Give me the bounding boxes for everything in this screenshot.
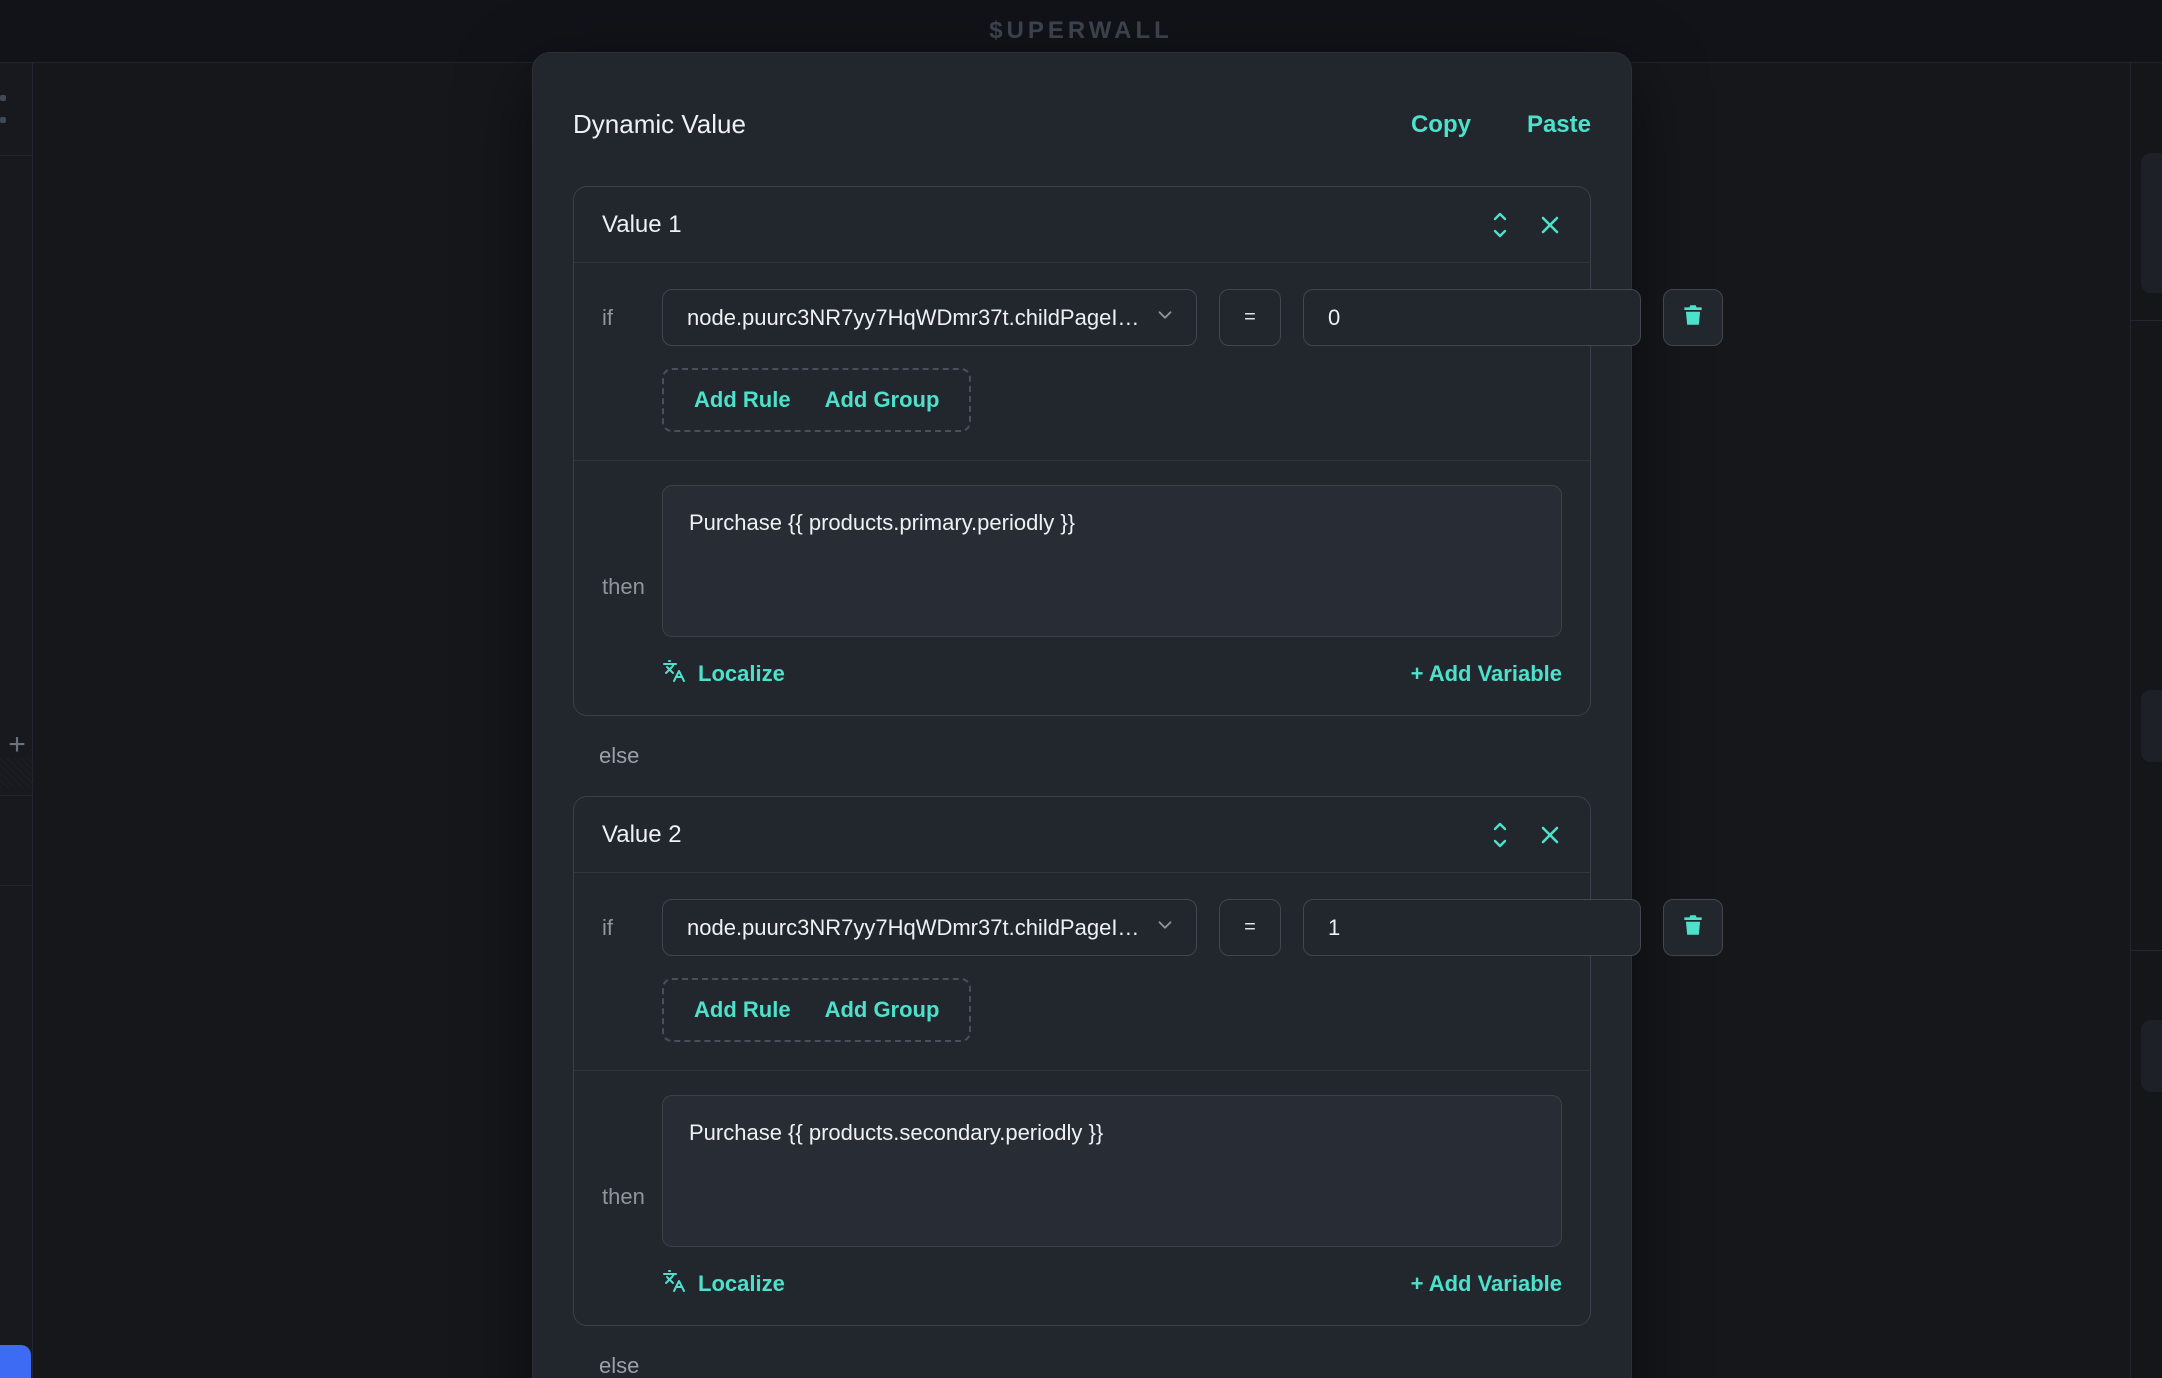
move-value-button[interactable] [1488, 210, 1512, 240]
localize-button[interactable]: Localize [662, 1269, 785, 1299]
then-section: then Purchase {{ products.secondary.peri… [574, 1070, 1590, 1325]
delete-rule-button[interactable] [1663, 289, 1723, 346]
trash-icon [1680, 302, 1706, 334]
then-footer: Localize + Add Variable [662, 659, 1562, 689]
operator-button[interactable]: = [1219, 899, 1281, 956]
add-rule-button[interactable]: Add Rule [694, 387, 791, 413]
value-card-title: Value 2 [602, 821, 682, 849]
condition-field-value: node.puurc3NR7yy7HqWDmr37t.childPageI… [687, 305, 1139, 331]
add-group-button[interactable]: Add Group [825, 387, 940, 413]
localize-label: Localize [698, 661, 785, 687]
right-panel-fragment [2141, 690, 2162, 762]
right-panel-fragment [2141, 1020, 2162, 1092]
operator-button[interactable]: = [1219, 289, 1281, 346]
languages-icon [662, 659, 686, 689]
chevrons-up-down-icon [1488, 820, 1512, 850]
divider [0, 885, 32, 886]
add-rule-group-box: Add Rule Add Group [662, 368, 971, 432]
copy-button[interactable]: Copy [1411, 111, 1471, 139]
condition-field-dropdown[interactable]: node.puurc3NR7yy7HqWDmr37t.childPageI… [662, 899, 1197, 956]
if-section: if node.puurc3NR7yy7HqWDmr37t.childPageI… [574, 873, 1590, 1070]
condition-field-dropdown[interactable]: node.puurc3NR7yy7HqWDmr37t.childPageI… [662, 289, 1197, 346]
else-label: else [599, 743, 1591, 769]
chevron-down-icon [1154, 914, 1176, 942]
value-card-2: Value 2 if [573, 796, 1591, 1326]
value-card-1: Value 1 if [573, 186, 1591, 716]
condition-value-input[interactable] [1303, 899, 1641, 956]
divider [2131, 950, 2162, 951]
then-section: then Purchase {{ products.primary.period… [574, 460, 1590, 715]
chevron-down-icon [1154, 304, 1176, 332]
condition-field-value: node.puurc3NR7yy7HqWDmr37t.childPageI… [687, 915, 1139, 941]
delete-rule-button[interactable] [1663, 899, 1723, 956]
if-label: if [602, 305, 662, 331]
then-value-textarea[interactable]: Purchase {{ products.primary.periodly }} [662, 485, 1562, 637]
canvas-texture-fragment [0, 758, 33, 788]
rule-row: node.puurc3NR7yy7HqWDmr37t.childPageI… = [662, 899, 1723, 956]
left-panel-edge [0, 63, 33, 1378]
then-value-textarea[interactable]: Purchase {{ products.secondary.periodly … [662, 1095, 1562, 1247]
chat-launcher-badge[interactable] [0, 1345, 31, 1378]
paste-button[interactable]: Paste [1527, 111, 1591, 139]
then-label: then [602, 574, 662, 600]
close-icon [1538, 823, 1562, 847]
value-card-controls [1488, 210, 1562, 240]
right-panel-edge [2130, 63, 2162, 1378]
superwall-logo: $UPERWALL [989, 17, 1173, 45]
add-rule-group-box: Add Rule Add Group [662, 978, 971, 1042]
page-title: Dynamic Value [573, 109, 746, 140]
value-card-header: Value 2 [574, 797, 1590, 873]
value-card-header: Value 1 [574, 187, 1590, 263]
languages-icon [662, 1269, 686, 1299]
remove-value-button[interactable] [1538, 213, 1562, 237]
if-label: if [602, 915, 662, 941]
rule-row: node.puurc3NR7yy7HqWDmr37t.childPageI… = [662, 289, 1723, 346]
value-card-title: Value 1 [602, 211, 682, 239]
condition-value-input[interactable] [1303, 289, 1641, 346]
then-footer: Localize + Add Variable [662, 1269, 1562, 1299]
modal-header: Dynamic Value Copy Paste [573, 109, 1591, 140]
add-node-button[interactable]: + [2, 730, 32, 760]
move-value-button[interactable] [1488, 820, 1512, 850]
add-variable-button[interactable]: + Add Variable [1411, 661, 1562, 687]
right-panel-fragment [2141, 153, 2162, 293]
dynamic-value-modal: Dynamic Value Copy Paste Value 1 [532, 52, 1632, 1378]
divider [0, 795, 32, 796]
divider [2131, 320, 2162, 321]
add-variable-button[interactable]: + Add Variable [1411, 1271, 1562, 1297]
left-panel-icon-fragment [0, 117, 6, 123]
app-screen: $UPERWALL + Dynamic Value Copy Paste [0, 0, 2162, 1378]
value-card-controls [1488, 820, 1562, 850]
left-panel-icon-fragment [0, 95, 6, 101]
add-group-button[interactable]: Add Group [825, 997, 940, 1023]
trash-icon [1680, 912, 1706, 944]
close-icon [1538, 213, 1562, 237]
localize-label: Localize [698, 1271, 785, 1297]
localize-button[interactable]: Localize [662, 659, 785, 689]
modal-actions: Copy Paste [1411, 111, 1591, 139]
if-section: if node.puurc3NR7yy7HqWDmr37t.childPageI… [574, 263, 1590, 460]
remove-value-button[interactable] [1538, 823, 1562, 847]
divider [0, 155, 32, 156]
chevrons-up-down-icon [1488, 210, 1512, 240]
then-label: then [602, 1184, 662, 1210]
add-rule-button[interactable]: Add Rule [694, 997, 791, 1023]
else-label: else [599, 1353, 1591, 1378]
